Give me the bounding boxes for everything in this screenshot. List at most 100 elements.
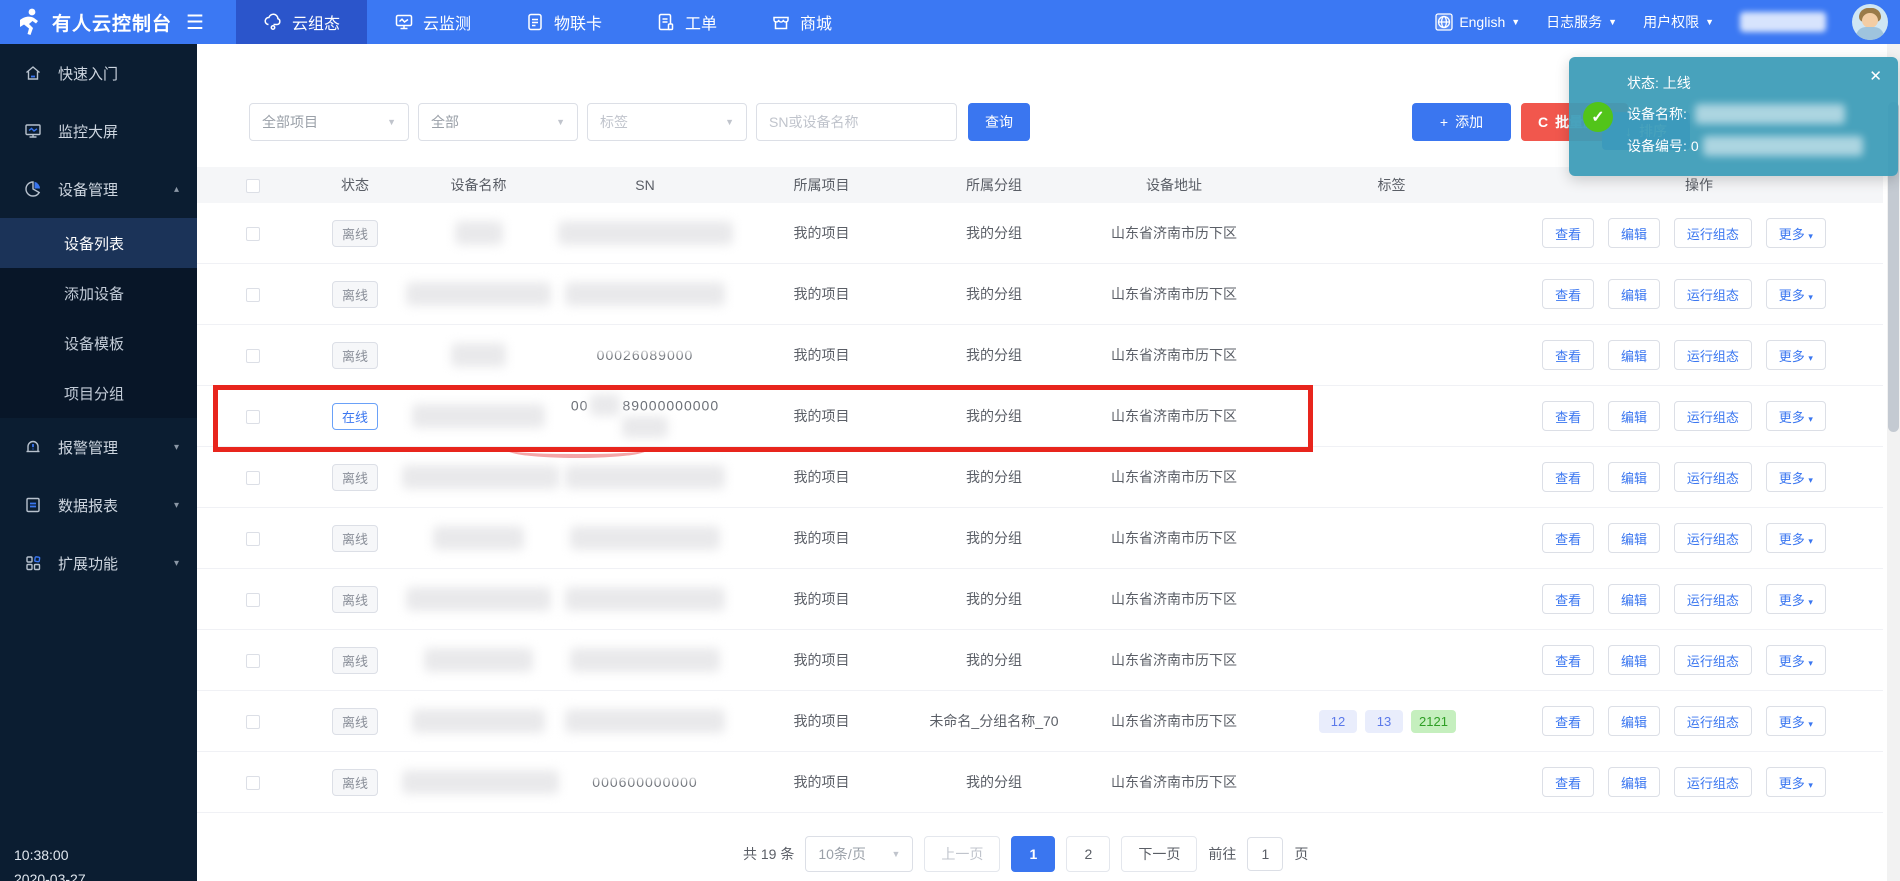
row-checkbox[interactable] — [246, 593, 260, 607]
view-button[interactable]: 查看 — [1542, 523, 1594, 553]
edit-button[interactable]: 编辑 — [1608, 706, 1660, 736]
row-checkbox[interactable] — [246, 410, 260, 424]
more-button[interactable]: 更多 ▾ — [1766, 340, 1826, 370]
run-scada-button[interactable]: 运行组态 — [1674, 462, 1752, 492]
row-checkbox[interactable] — [246, 776, 260, 790]
sidebar-item-alarm-management[interactable]: 报警管理 ▾ — [0, 418, 197, 476]
table-row: 离线 我的项目 未命名_分组名称_70 山东省济南市历下区 12132121 查… — [197, 691, 1883, 752]
row-checkbox[interactable] — [246, 227, 260, 241]
page-size-select[interactable]: 10条/页 ▼ — [805, 836, 913, 872]
edit-button[interactable]: 编辑 — [1608, 584, 1660, 614]
view-button[interactable]: 查看 — [1542, 401, 1594, 431]
run-scada-button[interactable]: 运行组态 — [1674, 279, 1752, 309]
view-button[interactable]: 查看 — [1542, 584, 1594, 614]
success-check-icon: ✓ — [1583, 102, 1613, 132]
project-cell: 我的项目 — [735, 711, 908, 731]
run-scada-button[interactable]: 运行组态 — [1674, 401, 1752, 431]
row-checkbox[interactable] — [246, 532, 260, 546]
group-cell: 我的分组 — [908, 772, 1080, 792]
more-button[interactable]: 更多 ▾ — [1766, 218, 1826, 248]
project-filter-select[interactable]: 全部项目 ▼ — [249, 103, 409, 141]
prev-page-button[interactable]: 上一页 — [924, 836, 1000, 872]
run-scada-button[interactable]: 运行组态 — [1674, 584, 1752, 614]
tab-iot-card[interactable]: 物联卡 — [498, 0, 629, 44]
view-button[interactable]: 查看 — [1542, 462, 1594, 492]
sidebar-item-add-device[interactable]: 添加设备 — [0, 268, 197, 318]
sidebar-item-quickstart[interactable]: 快速入门 — [0, 44, 197, 102]
next-page-button[interactable]: 下一页 — [1121, 836, 1197, 872]
sidebar-item-device-list[interactable]: 设备列表 — [0, 218, 197, 268]
view-button[interactable]: 查看 — [1542, 767, 1594, 797]
view-button[interactable]: 查看 — [1542, 645, 1594, 675]
more-button[interactable]: 更多 ▾ — [1766, 279, 1826, 309]
avatar[interactable] — [1852, 4, 1888, 40]
run-scada-button[interactable]: 运行组态 — [1674, 218, 1752, 248]
more-button[interactable]: 更多 ▾ — [1766, 523, 1826, 553]
log-service-menu[interactable]: 日志服务 ▼ — [1546, 12, 1617, 32]
edit-button[interactable]: 编辑 — [1608, 218, 1660, 248]
redacted-sn — [565, 709, 725, 733]
edit-button[interactable]: 编辑 — [1608, 767, 1660, 797]
edit-button[interactable]: 编辑 — [1608, 462, 1660, 492]
redacted-device-name — [412, 404, 545, 428]
project-cell: 我的项目 — [735, 589, 908, 609]
row-checkbox[interactable] — [246, 471, 260, 485]
run-scada-button[interactable]: 运行组态 — [1674, 523, 1752, 553]
view-button[interactable]: 查看 — [1542, 706, 1594, 736]
sidebar-item-device-management[interactable]: 设备管理 ▴ — [0, 160, 197, 218]
view-button[interactable]: 查看 — [1542, 218, 1594, 248]
add-button[interactable]: + 添加 — [1412, 103, 1511, 141]
sidebar-item-device-template[interactable]: 设备模板 — [0, 318, 197, 368]
select-all-checkbox[interactable] — [246, 179, 260, 193]
row-checkbox[interactable] — [246, 715, 260, 729]
top-navbar: 有人云控制台 ☰ 云组态 云监测 物联卡 工单 商城 English ▼ — [0, 0, 1900, 44]
more-button[interactable]: 更多 ▾ — [1766, 401, 1826, 431]
chevron-down-icon: ▼ — [556, 117, 565, 127]
more-button[interactable]: 更多 ▾ — [1766, 706, 1826, 736]
run-scada-button[interactable]: 运行组态 — [1674, 340, 1752, 370]
run-scada-button[interactable]: 运行组态 — [1674, 706, 1752, 736]
more-button[interactable]: 更多 ▾ — [1766, 462, 1826, 492]
user-permission-menu[interactable]: 用户权限 ▼ — [1643, 12, 1714, 32]
clock-time: 10:38:00 — [14, 843, 86, 867]
more-button[interactable]: 更多 ▾ — [1766, 584, 1826, 614]
view-button[interactable]: 查看 — [1542, 279, 1594, 309]
hamburger-menu-icon[interactable]: ☰ — [186, 10, 204, 35]
tab-cloud-scada[interactable]: 云组态 — [236, 0, 367, 44]
row-checkbox[interactable] — [246, 288, 260, 302]
edit-button[interactable]: 编辑 — [1608, 645, 1660, 675]
page-button-1[interactable]: 1 — [1011, 836, 1055, 872]
refresh-icon: C — [1538, 114, 1548, 130]
sidebar-item-monitor-screen[interactable]: 监控大屏 — [0, 102, 197, 160]
more-button[interactable]: 更多 ▾ — [1766, 645, 1826, 675]
row-checkbox[interactable] — [246, 349, 260, 363]
tab-cloud-monitor[interactable]: 云监测 — [367, 0, 498, 44]
edit-button[interactable]: 编辑 — [1608, 523, 1660, 553]
tab-work-order[interactable]: 工单 — [629, 0, 744, 44]
search-input[interactable] — [756, 103, 957, 141]
close-icon[interactable]: ✕ — [1869, 67, 1882, 85]
sidebar-item-label: 监控大屏 — [58, 121, 179, 142]
query-button[interactable]: 查询 — [968, 103, 1030, 141]
edit-button[interactable]: 编辑 — [1608, 279, 1660, 309]
goto-page-input[interactable] — [1247, 837, 1283, 871]
redacted-device-name — [406, 282, 551, 306]
sidebar-item-project-group[interactable]: 项目分组 — [0, 368, 197, 418]
run-scada-button[interactable]: 运行组态 — [1674, 645, 1752, 675]
page-button-2[interactable]: 2 — [1066, 836, 1110, 872]
tag-filter-select[interactable]: 标签 ▼ — [587, 103, 747, 141]
sidebar-item-data-report[interactable]: 数据报表 ▾ — [0, 476, 197, 534]
edit-button[interactable]: 编辑 — [1608, 340, 1660, 370]
language-menu[interactable]: English ▼ — [1435, 13, 1520, 31]
status-filter-select[interactable]: 全部 ▼ — [418, 103, 578, 141]
run-scada-button[interactable]: 运行组态 — [1674, 767, 1752, 797]
more-button[interactable]: 更多 ▾ — [1766, 767, 1826, 797]
redacted-sn — [565, 465, 725, 489]
table-row: 离线 我的项目 我的分组 山东省济南市历下区 查看 编辑 运行组态 更多 ▾ — [197, 447, 1883, 508]
sidebar-item-extensions[interactable]: 扩展功能 ▾ — [0, 534, 197, 592]
edit-button[interactable]: 编辑 — [1608, 401, 1660, 431]
row-checkbox[interactable] — [246, 654, 260, 668]
chevron-down-icon: ▼ — [891, 849, 900, 859]
tab-mall[interactable]: 商城 — [744, 0, 859, 44]
view-button[interactable]: 查看 — [1542, 340, 1594, 370]
